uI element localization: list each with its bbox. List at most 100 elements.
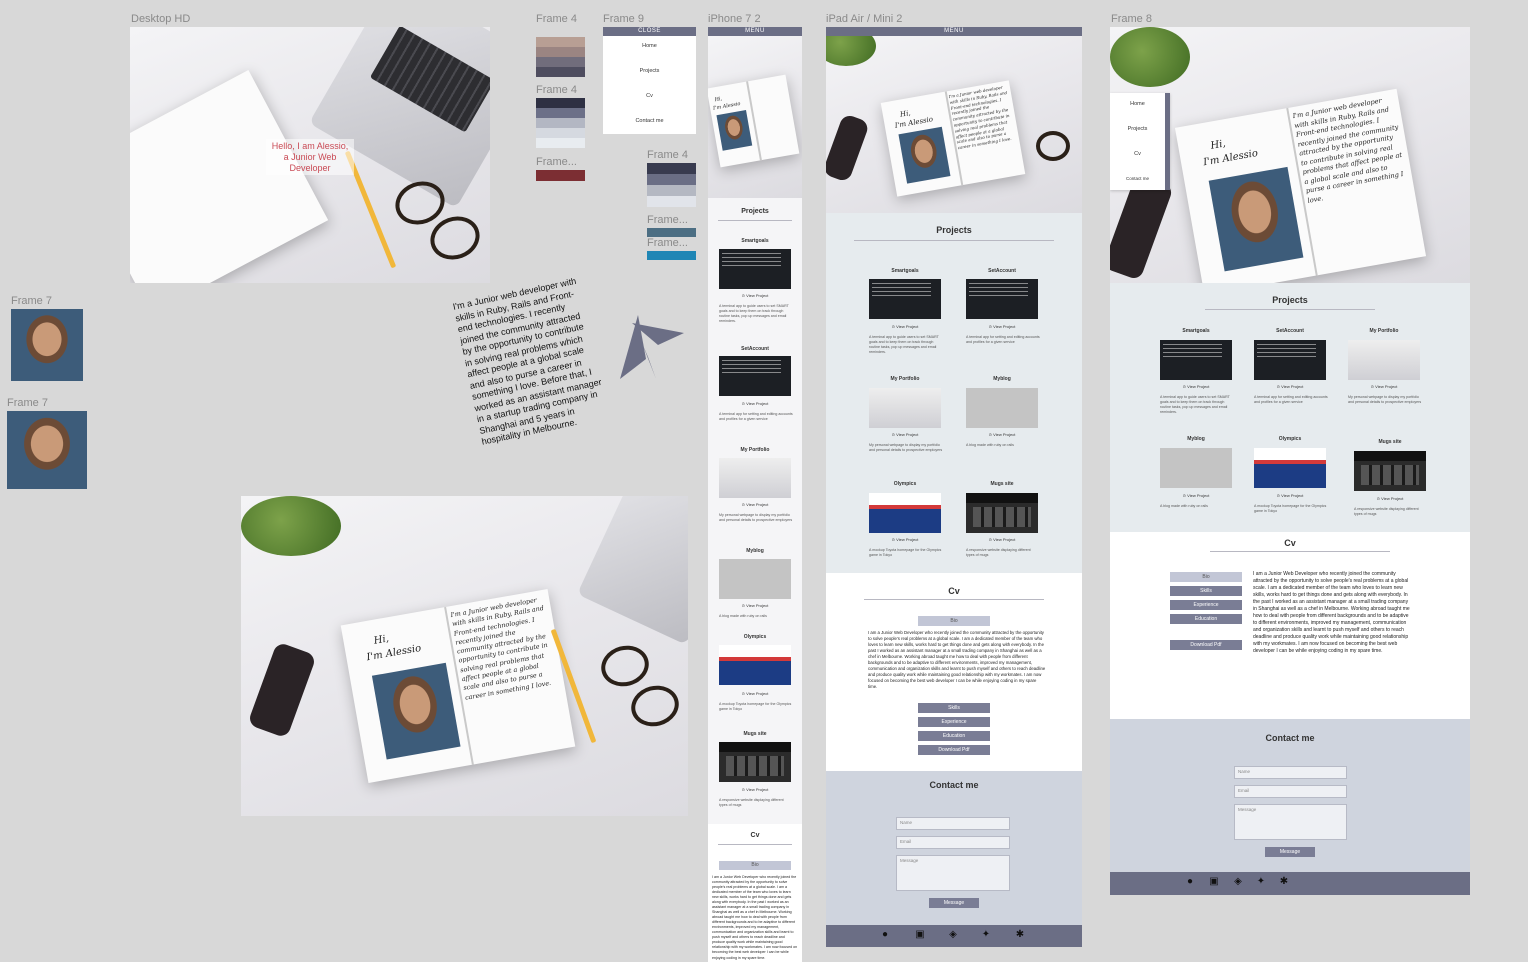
profile-photo-a[interactable]: [11, 309, 83, 381]
palette-accent-red[interactable]: [536, 170, 585, 181]
cv-tab-skills[interactable]: Skills: [918, 703, 990, 713]
contact-email-field[interactable]: Email: [896, 836, 1010, 849]
project-thumb-portfolio[interactable]: [719, 458, 791, 498]
frame8-side-menu[interactable]: Home Projects Cv Contact me: [1110, 93, 1170, 190]
view-project-link[interactable]: ⊙ View Project: [708, 502, 802, 507]
linkedin-icon[interactable]: ▣: [1207, 876, 1221, 887]
twitter-icon[interactable]: ✦: [979, 929, 993, 940]
project-thumb-setaccount[interactable]: [966, 279, 1038, 319]
download-pdf-button[interactable]: Download Pdf: [918, 745, 990, 755]
project-thumb-olympics[interactable]: [1254, 448, 1326, 488]
cv-tab-bio[interactable]: Bio: [1170, 572, 1242, 582]
view-project-link[interactable]: ⊙ View Project: [869, 537, 941, 542]
frame-label-frame4-b[interactable]: Frame 4: [536, 84, 577, 96]
iphone-frame[interactable]: MENU Hi, I'm Alessio Projects Smartgoals…: [708, 27, 802, 962]
view-project-link[interactable]: ⊙ View Project: [1354, 496, 1426, 501]
frame-label-desktop-hd[interactable]: Desktop HD: [131, 13, 190, 25]
slack-icon[interactable]: ✱: [1013, 929, 1027, 940]
contact-message-field[interactable]: Message: [1234, 804, 1347, 840]
contact-message-field[interactable]: Message: [896, 855, 1010, 891]
contact-submit-button[interactable]: Message: [929, 898, 979, 908]
contact-email-field[interactable]: Email: [1234, 785, 1347, 798]
codepen-icon[interactable]: ◈: [1231, 876, 1245, 887]
frame-label-frame4-c[interactable]: Frame 4: [647, 149, 688, 161]
project-thumb-setaccount[interactable]: [719, 356, 791, 396]
twitter-icon[interactable]: ✦: [1254, 876, 1268, 887]
contact-submit-button[interactable]: Message: [1265, 847, 1315, 857]
cv-tab-education[interactable]: Education: [918, 731, 990, 741]
view-project-link[interactable]: ⊙ View Project: [966, 432, 1038, 437]
project-thumb-myblog[interactable]: [719, 559, 791, 599]
view-project-link[interactable]: ⊙ View Project: [708, 691, 802, 696]
nav-item-home[interactable]: Home: [603, 43, 696, 49]
nav-item-cv[interactable]: Cv: [603, 93, 696, 99]
slack-icon[interactable]: ✱: [1277, 876, 1291, 887]
view-project-link[interactable]: ⊙ View Project: [708, 293, 802, 298]
project-thumb-myblog[interactable]: [966, 388, 1038, 428]
github-icon[interactable]: ●: [878, 929, 892, 940]
frame-label-frame4[interactable]: Frame 4: [536, 13, 577, 25]
nav-item-contact[interactable]: Contact me: [603, 118, 696, 124]
cv-tab-bio[interactable]: Bio: [719, 861, 791, 870]
view-project-link[interactable]: ⊙ View Project: [708, 603, 802, 608]
profile-photo-b[interactable]: [7, 411, 87, 489]
project-thumb-portfolio[interactable]: [1348, 340, 1420, 380]
cv-tab-bio[interactable]: Bio: [918, 616, 990, 626]
view-project-link[interactable]: ⊙ View Project: [966, 537, 1038, 542]
project-thumb-olympics[interactable]: [869, 493, 941, 533]
frame-label-ipad[interactable]: iPad Air / Mini 2: [826, 13, 902, 25]
linkedin-icon[interactable]: ▣: [913, 929, 927, 940]
project-thumb-mugs[interactable]: [966, 493, 1038, 533]
frame-label-iphone[interactable]: iPhone 7 2: [708, 13, 761, 25]
view-project-link[interactable]: ⊙ View Project: [1254, 384, 1326, 389]
project-thumb-portfolio[interactable]: [869, 388, 941, 428]
view-project-link[interactable]: ⊙ View Project: [1160, 384, 1232, 389]
view-project-link[interactable]: ⊙ View Project: [1254, 493, 1326, 498]
nav-item-projects[interactable]: Projects: [603, 68, 696, 74]
download-pdf-button[interactable]: Download Pdf: [1170, 640, 1242, 650]
menu-close-button[interactable]: CLOSE: [603, 27, 696, 36]
frame-label-frame7-a[interactable]: Frame 7: [11, 295, 52, 307]
project-thumb-mugs[interactable]: [1354, 451, 1426, 491]
frame9-mobile-menu[interactable]: CLOSE Home Projects Cv Contact me: [603, 27, 696, 134]
frame-label-frame9[interactable]: Frame 9: [603, 13, 644, 25]
contact-name-field[interactable]: Name: [1234, 766, 1347, 779]
cv-tab-experience[interactable]: Experience: [918, 717, 990, 727]
hero-large-frame[interactable]: Hi, I'm Alessio I'm a Junior web develop…: [241, 496, 688, 816]
view-project-link[interactable]: ⊙ View Project: [708, 787, 802, 792]
github-icon[interactable]: ●: [1183, 876, 1197, 887]
palette-blue[interactable]: [647, 251, 696, 260]
view-project-link[interactable]: ⊙ View Project: [869, 324, 941, 329]
project-thumb-smartgoals[interactable]: [869, 279, 941, 319]
view-project-link[interactable]: ⊙ View Project: [708, 401, 802, 406]
nav-item-home[interactable]: Home: [1110, 101, 1165, 107]
view-project-link[interactable]: ⊙ View Project: [1160, 493, 1232, 498]
contact-name-field[interactable]: Name: [896, 817, 1010, 830]
project-thumb-olympics[interactable]: [719, 645, 791, 685]
menu-button[interactable]: MENU: [708, 27, 802, 36]
desktop-hero-frame[interactable]: Hello, I am Alessio, a Junior Web Develo…: [130, 27, 490, 283]
menu-button[interactable]: MENU: [826, 27, 1082, 36]
frame-label-frame-trunc[interactable]: Frame...: [536, 156, 577, 168]
cv-tab-skills[interactable]: Skills: [1170, 586, 1242, 596]
frame-label-frame-trunc-c[interactable]: Frame...: [647, 237, 688, 249]
nav-item-cv[interactable]: Cv: [1110, 151, 1165, 157]
project-thumb-smartgoals[interactable]: [719, 249, 791, 289]
palette-teal[interactable]: [647, 228, 696, 237]
project-thumb-smartgoals[interactable]: [1160, 340, 1232, 380]
frame-label-frame-trunc-b[interactable]: Frame...: [647, 214, 688, 226]
frame-label-frame8[interactable]: Frame 8: [1111, 13, 1152, 25]
ipad-frame[interactable]: MENU Hi, I'm Alessio I'm a Junior web de…: [826, 27, 1082, 947]
frame-label-frame7-b[interactable]: Frame 7: [7, 397, 48, 409]
project-thumb-mugs[interactable]: [719, 742, 791, 782]
cv-tab-experience[interactable]: Experience: [1170, 600, 1242, 610]
project-thumb-myblog[interactable]: [1160, 448, 1232, 488]
project-thumb-setaccount[interactable]: [1254, 340, 1326, 380]
nav-item-contact[interactable]: Contact me: [1110, 176, 1165, 181]
view-project-link[interactable]: ⊙ View Project: [869, 432, 941, 437]
view-project-link[interactable]: ⊙ View Project: [966, 324, 1038, 329]
codepen-icon[interactable]: ◈: [946, 929, 960, 940]
view-project-link[interactable]: ⊙ View Project: [1348, 384, 1420, 389]
frame8[interactable]: Hi, I'm Alessio I'm a Junior web develop…: [1110, 27, 1470, 895]
nav-item-projects[interactable]: Projects: [1110, 126, 1165, 132]
